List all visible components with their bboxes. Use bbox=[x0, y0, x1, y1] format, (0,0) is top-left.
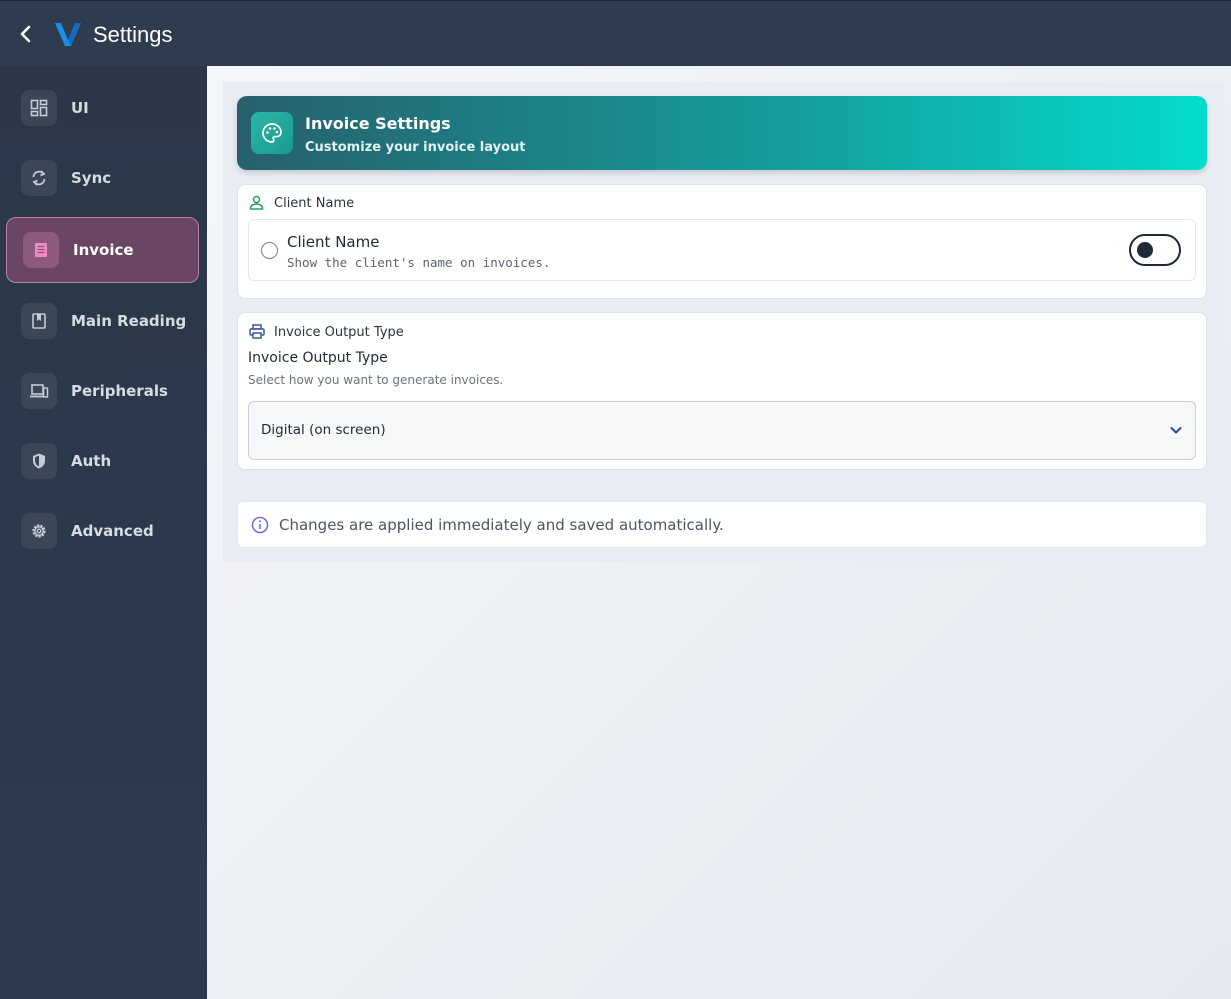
header-subtitle: Customize your invoice layout bbox=[305, 140, 526, 155]
sidebar-item-label: UI bbox=[71, 99, 89, 117]
sidebar-item-auth[interactable]: Auth bbox=[6, 428, 199, 494]
invoice-icon bbox=[23, 232, 59, 268]
book-icon bbox=[21, 303, 57, 339]
sidebar-item-peripherals[interactable]: Peripherals bbox=[6, 358, 199, 424]
gear-icon bbox=[21, 513, 57, 549]
section-label: Client Name bbox=[274, 196, 355, 211]
devices-icon bbox=[21, 373, 57, 409]
toggle-knob bbox=[1137, 242, 1153, 258]
page-title: Settings bbox=[93, 22, 173, 47]
sidebar-item-label: Main Reading bbox=[71, 312, 187, 330]
client-name-toggle[interactable] bbox=[1129, 234, 1181, 266]
dashboard-icon bbox=[21, 90, 57, 126]
setting-title: Invoice Output Type bbox=[248, 350, 388, 366]
sidebar-item-main-reading[interactable]: Main Reading bbox=[6, 288, 199, 354]
chevron-left-icon bbox=[20, 25, 31, 43]
setting-title: Client Name bbox=[287, 233, 380, 251]
sidebar-item-ui[interactable]: UI bbox=[6, 75, 199, 141]
note-text: Changes are applied immediately and save… bbox=[279, 516, 724, 534]
client-name-card: Client Name Client Name Show the client'… bbox=[237, 184, 1207, 299]
sidebar-item-sync[interactable]: Sync bbox=[6, 145, 199, 211]
sync-icon bbox=[21, 160, 57, 196]
sidebar-item-label: Advanced bbox=[71, 522, 154, 540]
sidebar: UI Sync Invoice Main Reading Peripherals… bbox=[0, 66, 207, 999]
shield-icon bbox=[21, 443, 57, 479]
sidebar-item-label: Peripherals bbox=[71, 382, 168, 400]
client-name-setting-row: Client Name Show the client's name on in… bbox=[248, 219, 1196, 281]
section-header: Invoice Settings Customize your invoice … bbox=[237, 96, 1207, 170]
select-value: Digital (on screen) bbox=[261, 422, 386, 438]
setting-description: Show the client's name on invoices. bbox=[287, 255, 551, 270]
palette-icon bbox=[251, 112, 293, 154]
sidebar-item-label: Invoice bbox=[73, 241, 134, 259]
setting-description: Select how you want to generate invoices… bbox=[248, 373, 504, 387]
app-logo bbox=[54, 20, 82, 48]
chevron-down-icon bbox=[1169, 422, 1183, 441]
back-button[interactable] bbox=[14, 21, 38, 47]
info-icon bbox=[251, 516, 269, 538]
printer-icon bbox=[249, 324, 265, 343]
autosave-note: Changes are applied immediately and save… bbox=[237, 501, 1207, 548]
sidebar-item-label: Sync bbox=[71, 169, 112, 187]
client-name-radio[interactable] bbox=[261, 242, 278, 259]
person-icon bbox=[249, 195, 264, 214]
header-title: Invoice Settings bbox=[305, 114, 451, 133]
invoice-output-card: Invoice Output Type Invoice Output Type … bbox=[237, 312, 1207, 470]
sidebar-item-label: Auth bbox=[71, 452, 112, 470]
invoice-output-select[interactable]: Digital (on screen) bbox=[248, 401, 1196, 460]
main-content: Invoice Settings Customize your invoice … bbox=[207, 66, 1231, 999]
sidebar-item-advanced[interactable]: Advanced bbox=[6, 498, 199, 564]
top-bar: Settings bbox=[0, 0, 1231, 66]
section-label: Invoice Output Type bbox=[274, 325, 404, 340]
sidebar-item-invoice[interactable]: Invoice bbox=[6, 217, 199, 283]
